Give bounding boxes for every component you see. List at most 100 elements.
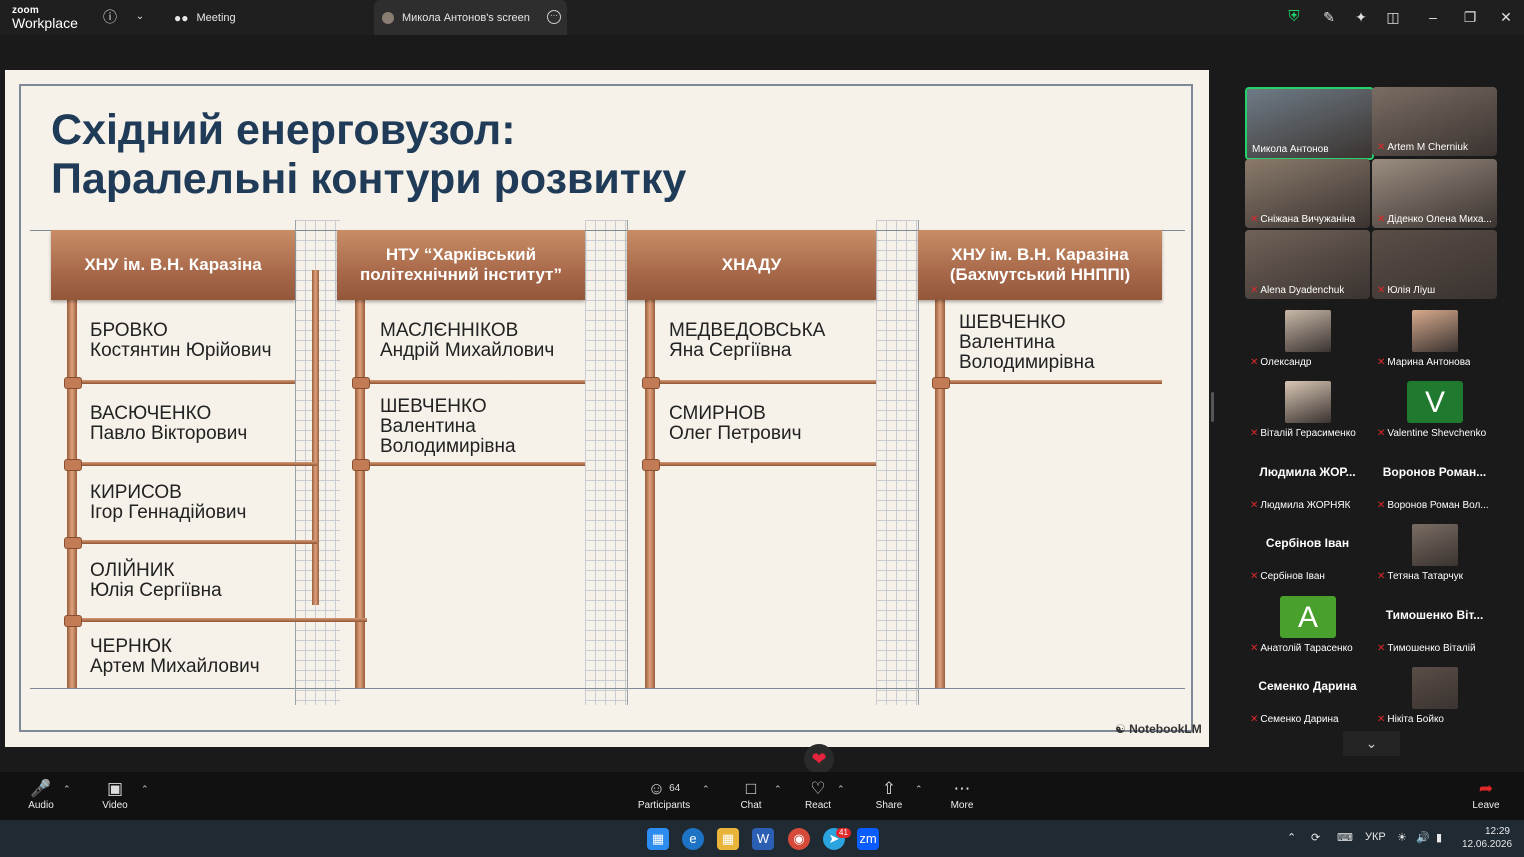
share-options-caret[interactable]: ⌃ bbox=[915, 784, 923, 795]
zoom-app-icon[interactable]: zm bbox=[857, 828, 879, 850]
keyboard-icon[interactable]: ⌨ bbox=[1337, 831, 1353, 844]
participant-display-name: Семенко Дарина bbox=[1258, 679, 1357, 693]
copper-pipe bbox=[67, 540, 317, 544]
sync-icon[interactable]: ⟳ bbox=[1311, 831, 1320, 844]
clock[interactable]: 12:29 12.06.2026 bbox=[1462, 825, 1512, 851]
copper-pipe bbox=[355, 462, 585, 466]
share-icon: ⇧ bbox=[881, 779, 897, 798]
more-button[interactable]: ⋯ More bbox=[932, 778, 992, 811]
participant-tile[interactable]: ✕ Олександр bbox=[1245, 301, 1370, 371]
mic-muted-icon: ✕ bbox=[1377, 213, 1386, 225]
edge-icon[interactable]: e bbox=[682, 828, 704, 850]
volume-icon[interactable]: 🔊 bbox=[1416, 831, 1430, 844]
video-button[interactable]: ▣ Video bbox=[85, 778, 145, 811]
windows-start-icon[interactable]: ▦ bbox=[647, 828, 669, 850]
participant-name-label: ✕ Марина Антонова bbox=[1377, 356, 1471, 368]
notebooklm-icon: ☯ bbox=[1115, 722, 1130, 736]
chat-button[interactable]: □ Chat bbox=[721, 778, 781, 811]
participant-avatar: V bbox=[1407, 381, 1463, 423]
guide-line bbox=[30, 688, 1185, 689]
participant-tile[interactable]: Семенко Дарина ✕ Семенко Дарина bbox=[1245, 659, 1370, 728]
participant-tile[interactable]: ✕ Юлія Лiуш bbox=[1372, 230, 1497, 299]
participant-tile[interactable]: Сербінов Іван ✕ Сербінов Іван bbox=[1245, 516, 1370, 585]
participant-tile[interactable]: ✕ Сніжана Вичужаніна bbox=[1245, 158, 1370, 228]
participant-tile[interactable]: Микола Антонов bbox=[1245, 87, 1374, 160]
meeting-icon: ●● bbox=[174, 10, 189, 25]
copper-pipe bbox=[355, 380, 585, 384]
audio-options-caret[interactable]: ⌃ bbox=[63, 784, 71, 795]
participant-tile[interactable]: Людмила ЖОР... ✕ Людмила ЖОРНЯК bbox=[1245, 444, 1370, 514]
participant-video bbox=[1285, 381, 1331, 423]
tray-overflow-icon[interactable]: ⌃ bbox=[1287, 831, 1296, 844]
participant-tile[interactable]: ✕ Тетяна Татарчук bbox=[1372, 516, 1497, 585]
battery-icon[interactable]: ▮ bbox=[1436, 831, 1442, 844]
tab-meeting[interactable]: ●● Meeting bbox=[168, 0, 368, 35]
shield-icon[interactable]: ⛨ bbox=[1286, 9, 1302, 25]
copper-pipe bbox=[645, 380, 876, 384]
participant-name-label: ✕ Семенко Дарина bbox=[1250, 714, 1339, 725]
grid-strip bbox=[585, 220, 627, 705]
camera-icon: ▣ bbox=[106, 779, 124, 798]
pipe-joint bbox=[64, 615, 82, 627]
mic-muted-icon: ✕ bbox=[1250, 499, 1259, 511]
mic-muted-icon: ✕ bbox=[1377, 356, 1386, 368]
participant-tile[interactable]: ✕ Artem M Cherniuk bbox=[1372, 87, 1497, 156]
mic-muted-icon: ✕ bbox=[1250, 642, 1259, 654]
person-name: ЧЕРНЮК Артем Михайлович bbox=[90, 636, 260, 677]
video-options-caret[interactable]: ⌃ bbox=[141, 784, 149, 795]
chat-options-caret[interactable]: ⌃ bbox=[774, 784, 782, 795]
participant-tile[interactable]: ✕ Віталій Герасименко bbox=[1245, 373, 1370, 442]
gallery-resize-handle[interactable] bbox=[1211, 392, 1214, 422]
input-language[interactable]: УКР bbox=[1365, 831, 1386, 843]
share-button[interactable]: ⇧ Share bbox=[859, 778, 919, 811]
minimize-icon[interactable]: – bbox=[1425, 9, 1441, 25]
react-options-caret[interactable]: ⌃ bbox=[837, 784, 845, 795]
info-icon[interactable]: ⓘ bbox=[102, 9, 118, 25]
file-explorer-icon[interactable]: ▦ bbox=[717, 828, 739, 850]
participant-name-label: ✕ Сербінов Іван bbox=[1250, 571, 1325, 582]
person-name: МЕДВЕДОВСЬКА Яна Сергіївна bbox=[669, 320, 826, 361]
participant-name-label: ✕ Тетяна Татарчук bbox=[1377, 571, 1463, 582]
mic-muted-icon: ✕ bbox=[1377, 142, 1386, 153]
audio-button[interactable]: 🎤 Audio bbox=[11, 778, 71, 811]
mic-muted-icon: ✕ bbox=[1377, 499, 1386, 511]
participants-button[interactable]: ☺ 64 Participants bbox=[634, 778, 694, 811]
participant-display-name: Воронов Роман... bbox=[1382, 464, 1487, 479]
person-name: ШЕВЧЕНКО Валентина Володимирівна bbox=[959, 312, 1095, 373]
participant-tile[interactable]: ✕ Марина Антонова bbox=[1372, 301, 1497, 371]
participant-tile[interactable]: ✕ Діденко Олена Миха... bbox=[1372, 158, 1497, 228]
participant-tile[interactable]: Воронов Роман... ✕ Воронов Роман Вол... bbox=[1372, 444, 1497, 514]
sparkle-icon[interactable]: ✦ bbox=[1353, 9, 1369, 25]
participant-tile[interactable]: ✕ Alena Dyadenchuk bbox=[1245, 230, 1370, 299]
participants-options-caret[interactable]: ⌃ bbox=[702, 784, 710, 795]
wifi-icon[interactable]: ☀ bbox=[1397, 831, 1407, 844]
word-icon[interactable]: W bbox=[752, 828, 774, 850]
leave-button[interactable]: ➦ Leave bbox=[1456, 778, 1516, 811]
pen-icon[interactable]: ✎ bbox=[1321, 9, 1337, 25]
tab-shared-screen[interactable]: Микола Антонов's screen ··· bbox=[374, 0, 567, 35]
chevron-down-icon[interactable]: ⌄ bbox=[132, 9, 148, 25]
participant-tile[interactable]: Тимошенко Віт... ✕ Тимошенко Віталій bbox=[1372, 587, 1497, 657]
mic-muted-icon: ✕ bbox=[1377, 285, 1386, 296]
participant-name-label: ✕ Анатолій Тарасенко bbox=[1250, 642, 1353, 654]
participant-name-label: ✕ Олександр bbox=[1250, 356, 1312, 368]
participant-video bbox=[1285, 309, 1331, 352]
participants-count: 64 bbox=[669, 783, 681, 794]
pipe-joint bbox=[642, 459, 660, 471]
participant-video bbox=[1412, 524, 1458, 566]
participant-tile[interactable]: ✕ Нікіта Бойко bbox=[1372, 659, 1497, 728]
pipe-joint bbox=[642, 377, 660, 389]
shared-slide: Східний енерговузол: Паралельні контури … bbox=[5, 70, 1209, 747]
column-header-karazin: ХНУ ім. В.Н. Каразіна bbox=[51, 230, 295, 300]
layout-icon[interactable]: ◫ bbox=[1385, 9, 1401, 25]
participant-display-name: Людмила ЖОР... bbox=[1259, 464, 1356, 479]
telegram-badge: 41 bbox=[836, 828, 851, 838]
restore-icon[interactable]: ❐ bbox=[1462, 9, 1478, 25]
participant-tile[interactable]: V ✕ Valentine Shevchenko bbox=[1372, 373, 1497, 442]
copper-pipe bbox=[312, 270, 319, 605]
more-options-icon[interactable]: ··· bbox=[547, 10, 561, 24]
gallery-scroll-down-icon[interactable]: ⌄ bbox=[1343, 731, 1400, 756]
close-icon[interactable]: ✕ bbox=[1498, 9, 1514, 25]
participant-tile[interactable]: A ✕ Анатолій Тарасенко bbox=[1245, 587, 1370, 657]
chrome-icon[interactable]: ◉ bbox=[788, 828, 810, 850]
